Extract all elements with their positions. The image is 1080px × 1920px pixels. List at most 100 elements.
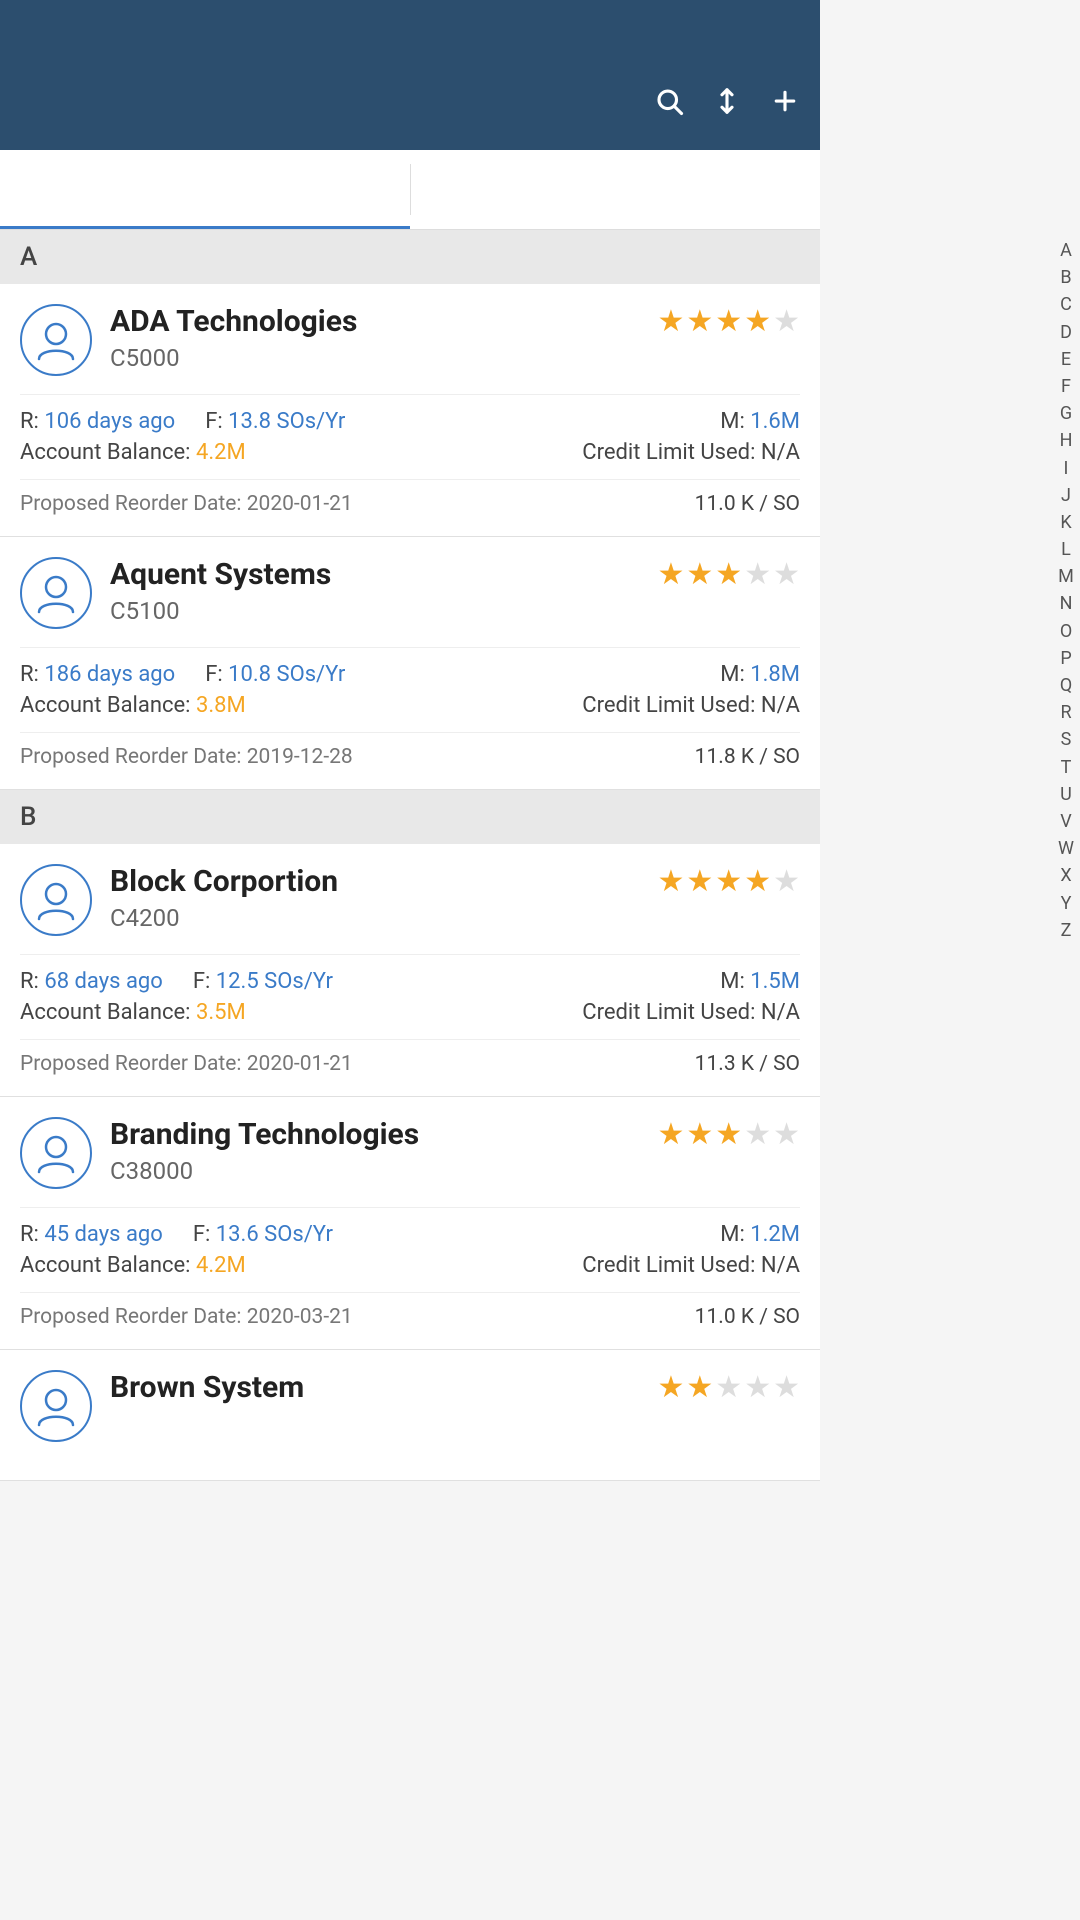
alpha-y[interactable]: Y (1058, 891, 1074, 916)
customer-info: Aquent Systems C5100 (110, 557, 657, 625)
alpha-n[interactable]: N (1058, 591, 1074, 616)
credit-stat: Credit Limit Used: N/A (582, 1253, 800, 1278)
alpha-s[interactable]: S (1058, 727, 1074, 752)
tab-customer[interactable] (0, 150, 410, 229)
alpha-j[interactable]: J (1058, 483, 1074, 508)
star-rating: ★★★★★ (657, 864, 800, 899)
alpha-l[interactable]: L (1058, 537, 1074, 562)
alpha-m[interactable]: M (1058, 564, 1074, 589)
customer-code: C5000 (110, 344, 657, 372)
customer-stats: R: 68 days ago F: 12.5 SOs/Yr M: 1.5M Ac… (20, 954, 800, 1025)
customer-name: ADA Technologies (110, 304, 657, 340)
customer-card[interactable]: Branding Technologies C38000 ★★★★★ R: 45… (0, 1097, 820, 1350)
avatar (20, 1370, 92, 1442)
alpha-q[interactable]: Q (1058, 673, 1074, 698)
customer-code: C5100 (110, 597, 657, 625)
alpha-d[interactable]: D (1058, 320, 1074, 345)
customer-name: Aquent Systems (110, 557, 657, 593)
customer-card[interactable]: Block Corportion C4200 ★★★★★ R: 68 days … (0, 844, 820, 1097)
balance-stat: Account Balance: 4.2M (20, 1253, 246, 1278)
monetary-stat: M: 1.5M (720, 969, 800, 994)
balance-stat: Account Balance: 3.8M (20, 693, 246, 718)
frequency-stat: F: 10.8 SOs/Yr (205, 662, 345, 687)
customer-name: Brown System (110, 1370, 657, 1406)
reorder-value: 11.0 K / SO (695, 1305, 800, 1329)
alpha-r[interactable]: R (1058, 700, 1074, 725)
credit-stat: Credit Limit Used: N/A (582, 1000, 800, 1025)
customer-name: Block Corportion (110, 864, 657, 900)
tab-lead[interactable] (411, 150, 821, 229)
frequency-stat: F: 13.6 SOs/Yr (193, 1222, 333, 1247)
star-rating: ★★★★★ (657, 557, 800, 592)
reorder-label: Proposed Reorder Date: 2019-12-28 (20, 745, 353, 769)
alpha-x[interactable]: X (1058, 863, 1074, 888)
customer-code: C38000 (110, 1157, 657, 1185)
frequency-stat: F: 13.8 SOs/Yr (205, 409, 345, 434)
customer-info: Branding Technologies C38000 (110, 1117, 657, 1185)
avatar (20, 864, 92, 936)
recency-stat: R: 68 days ago (20, 969, 163, 994)
frequency-stat: F: 12.5 SOs/Yr (193, 969, 333, 994)
reorder-label: Proposed Reorder Date: 2020-01-21 (20, 1052, 353, 1076)
alpha-t[interactable]: T (1058, 755, 1074, 780)
customer-code: C4200 (110, 904, 657, 932)
alpha-o[interactable]: O (1058, 619, 1074, 644)
stats-row-bottom: Account Balance: 3.5M Credit Limit Used:… (20, 1000, 800, 1025)
monetary-stat: M: 1.8M (720, 662, 800, 687)
alpha-g[interactable]: G (1058, 401, 1074, 426)
alpha-v[interactable]: V (1058, 809, 1074, 834)
avatar (20, 557, 92, 629)
customer-name: Branding Technologies (110, 1117, 657, 1153)
stats-row-top: R: 68 days ago F: 12.5 SOs/Yr M: 1.5M (20, 969, 800, 994)
reorder-row: Proposed Reorder Date: 2020-01-21 11.3 K… (20, 1039, 800, 1076)
customer-card[interactable]: ADA Technologies C5000 ★★★★★ R: 106 days… (0, 284, 820, 537)
search-icon[interactable] (654, 86, 684, 124)
stats-row-bottom: Account Balance: 4.2M Credit Limit Used:… (20, 440, 800, 465)
customer-stats: R: 106 days ago F: 13.8 SOs/Yr M: 1.6M A… (20, 394, 800, 465)
recency-stat: R: 106 days ago (20, 409, 175, 434)
header-actions (654, 86, 800, 124)
reorder-value: 11.8 K / SO (695, 745, 800, 769)
customer-list: A ADA Technologies C5000 ★★★★★ R: 106 da… (0, 230, 820, 1481)
reorder-label: Proposed Reorder Date: 2020-01-21 (20, 492, 353, 516)
monetary-stat: M: 1.2M (720, 1222, 800, 1247)
alpha-w[interactable]: W (1058, 836, 1074, 861)
alpha-c[interactable]: C (1058, 292, 1074, 317)
alphabet-sidebar: ABCDEFGHIJKLMNOPQRSTUVWXYZ (1052, 230, 1080, 951)
customer-info: Block Corportion C4200 (110, 864, 657, 932)
credit-stat: Credit Limit Used: N/A (582, 693, 800, 718)
alpha-z[interactable]: Z (1058, 918, 1074, 943)
reorder-value: 11.0 K / SO (695, 492, 800, 516)
avatar (20, 304, 92, 376)
customer-card[interactable]: Brown System ★★★★★ (0, 1350, 820, 1481)
alpha-i[interactable]: I (1058, 456, 1074, 481)
stats-row-top: R: 106 days ago F: 13.8 SOs/Yr M: 1.6M (20, 409, 800, 434)
alpha-f[interactable]: F (1058, 374, 1074, 399)
reorder-row: Proposed Reorder Date: 2020-01-21 11.0 K… (20, 479, 800, 516)
star-rating: ★★★★★ (657, 1370, 800, 1405)
sort-icon[interactable] (712, 86, 742, 124)
monetary-stat: M: 1.6M (720, 409, 800, 434)
alpha-b[interactable]: B (1058, 265, 1074, 290)
alpha-a[interactable]: A (1058, 238, 1074, 263)
credit-stat: Credit Limit Used: N/A (582, 440, 800, 465)
add-icon[interactable] (770, 86, 800, 124)
customer-info: Brown System (110, 1370, 657, 1406)
status-bar (0, 0, 820, 60)
alpha-p[interactable]: P (1058, 646, 1074, 671)
header (0, 60, 820, 150)
stats-row-top: R: 186 days ago F: 10.8 SOs/Yr M: 1.8M (20, 662, 800, 687)
alpha-u[interactable]: U (1058, 782, 1074, 807)
alpha-e[interactable]: E (1058, 347, 1074, 372)
alpha-h[interactable]: H (1058, 428, 1074, 453)
reorder-value: 11.3 K / SO (695, 1052, 800, 1076)
customer-card[interactable]: Aquent Systems C5100 ★★★★★ R: 186 days a… (0, 537, 820, 790)
alpha-k[interactable]: K (1058, 510, 1074, 535)
recency-stat: R: 45 days ago (20, 1222, 163, 1247)
tab-bar (0, 150, 820, 230)
customer-info: ADA Technologies C5000 (110, 304, 657, 372)
section-header-a: A (0, 230, 820, 284)
stats-row-bottom: Account Balance: 4.2M Credit Limit Used:… (20, 1253, 800, 1278)
balance-stat: Account Balance: 3.5M (20, 1000, 246, 1025)
stats-row-bottom: Account Balance: 3.8M Credit Limit Used:… (20, 693, 800, 718)
